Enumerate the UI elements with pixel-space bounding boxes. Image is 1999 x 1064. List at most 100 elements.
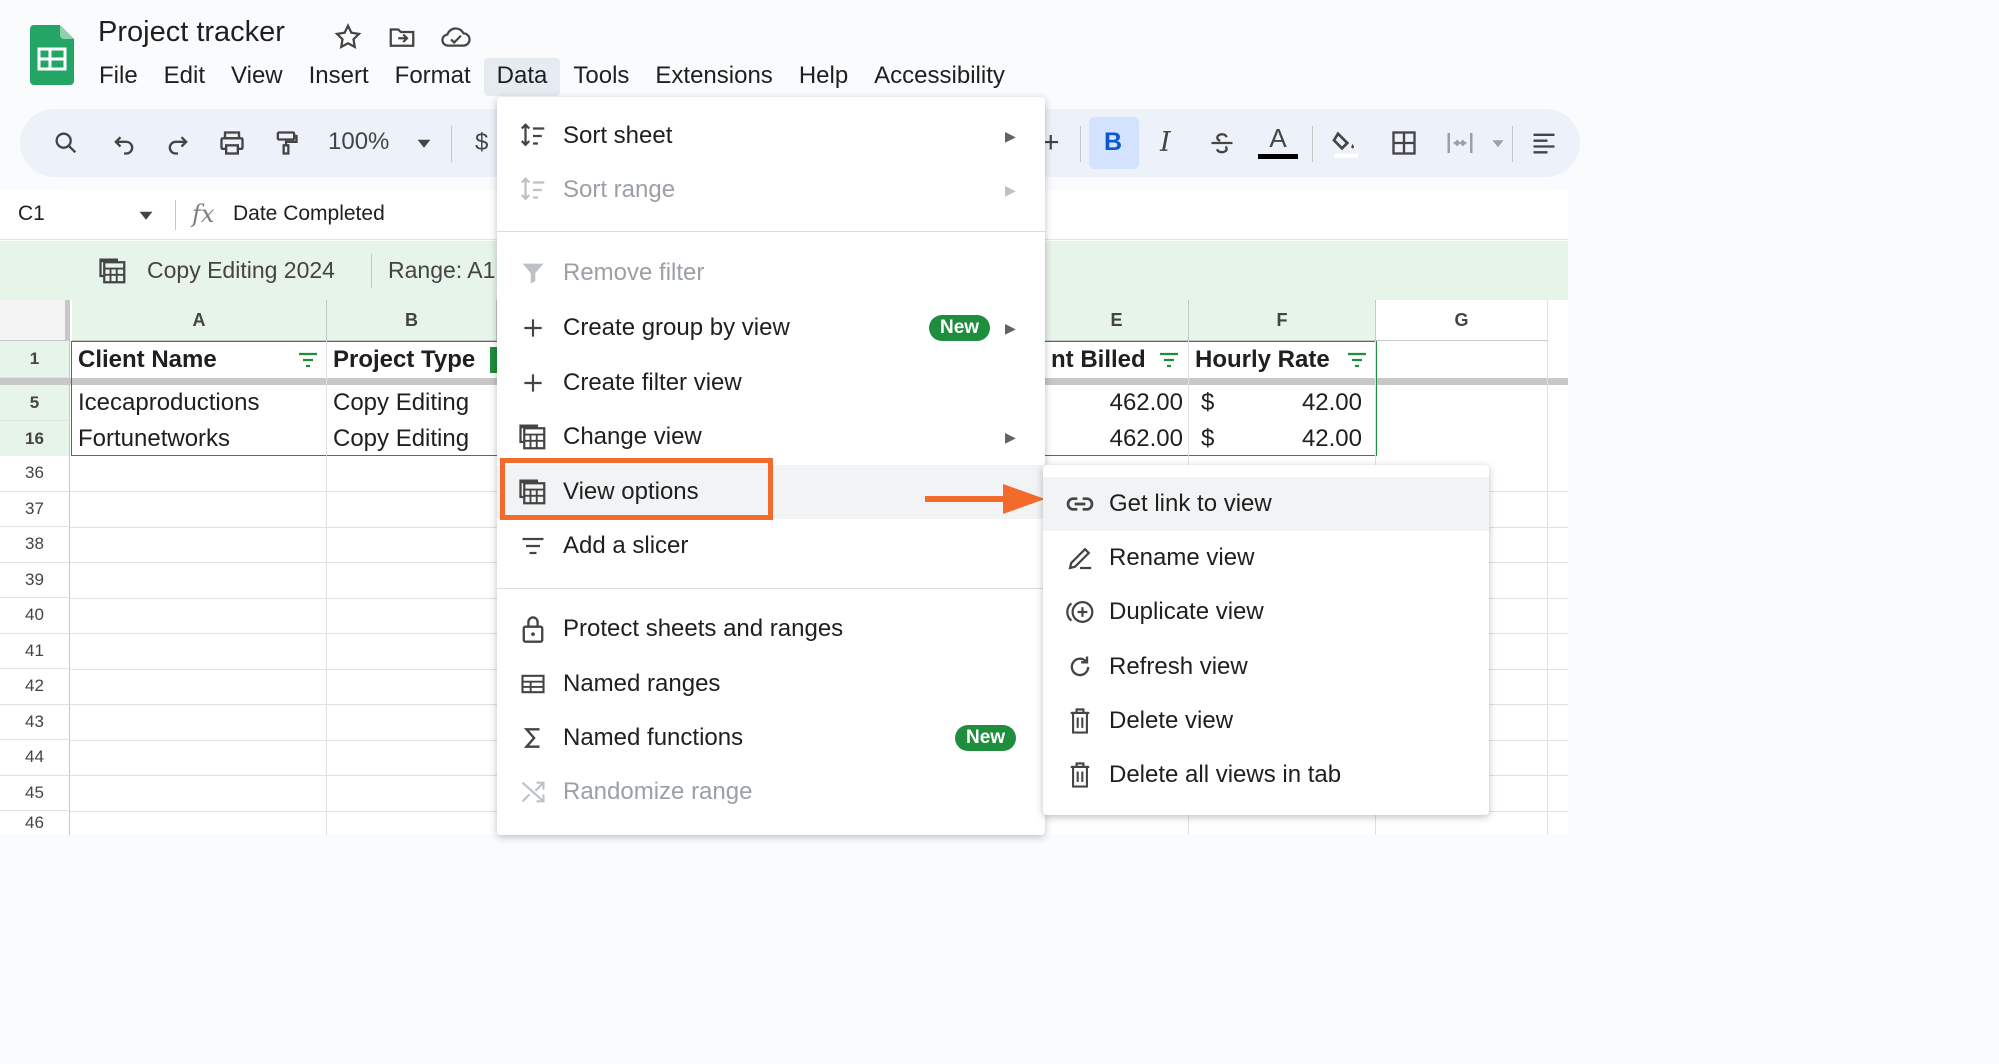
submenu-arrow-icon: ▶ (1005, 428, 1016, 445)
cell-f5[interactable]: 42.00 (1225, 385, 1368, 420)
submenu-get-link[interactable]: Get link to view (1043, 477, 1489, 531)
filter-icon-b[interactable] (490, 347, 497, 373)
menu-randomize-range[interactable]: Randomize range (497, 765, 1045, 819)
row-header-1[interactable]: 1 (0, 341, 70, 378)
cell-b16[interactable]: Copy Editing (327, 421, 497, 456)
row-header-46[interactable]: 46 (0, 811, 70, 835)
menu-data[interactable]: Data (483, 58, 561, 96)
bold-button[interactable]: B (1104, 128, 1122, 157)
menu-format[interactable]: Format (382, 58, 484, 96)
row-header-39[interactable]: 39 (0, 562, 70, 598)
cell-f5-currency: $ (1201, 389, 1215, 416)
fill-color-icon[interactable] (1330, 127, 1362, 159)
undo-icon[interactable] (108, 127, 140, 159)
filter-icon-a[interactable] (297, 350, 319, 370)
menu-accessibility[interactable]: Accessibility (861, 58, 1018, 96)
submenu-rename-view[interactable]: Rename view (1043, 531, 1489, 585)
menu-add-slicer-label: Add a slicer (563, 532, 689, 559)
name-box-dropdown-icon[interactable] (138, 207, 154, 223)
cloud-saved-icon[interactable] (440, 22, 471, 52)
submenu-arrow-icon: ▶ (1005, 181, 1016, 198)
column-header-g[interactable]: G (1376, 300, 1548, 341)
row-header-36[interactable]: 36 (0, 456, 70, 492)
menu-named-ranges[interactable]: Named ranges (497, 657, 1045, 711)
menu-help[interactable]: Help (786, 58, 861, 96)
menu-create-group-view[interactable]: Create group by view New ▶ (497, 301, 1045, 355)
text-color-glyph: A (1269, 123, 1287, 153)
row-header-41[interactable]: 41 (0, 633, 70, 669)
cell-b5[interactable]: Copy Editing (327, 385, 497, 420)
star-icon[interactable] (333, 22, 363, 52)
cell-a1[interactable]: Client Name (72, 342, 327, 377)
row-header-44[interactable]: 44 (0, 740, 70, 776)
cell-e16[interactable]: 462.00 (1045, 421, 1189, 456)
column-header-a[interactable]: A (72, 300, 327, 341)
menu-view[interactable]: View (218, 58, 296, 96)
menu-create-filter-view[interactable]: Create filter view (497, 356, 1045, 410)
filter-icon-f[interactable] (1346, 350, 1368, 370)
cell-e5[interactable]: 462.00 (1045, 385, 1189, 420)
menu-named-functions[interactable]: Named functions New (497, 711, 1045, 765)
menu-create-group-label: Create group by view (563, 314, 790, 341)
sheets-logo-icon[interactable] (30, 25, 74, 85)
zoom-dropdown-icon[interactable] (408, 127, 440, 159)
cell-a5[interactable]: Icecaproductions (72, 385, 327, 420)
merge-cells-icon[interactable] (1444, 127, 1476, 159)
row-header-42[interactable]: 42 (0, 669, 70, 705)
cell-b1[interactable]: Project Type (327, 342, 497, 377)
menu-add-slicer[interactable]: Add a slicer (497, 519, 1045, 573)
menu-sort-range[interactable]: Sort range ▶ (497, 163, 1045, 217)
menu-tools[interactable]: Tools (560, 58, 642, 96)
menu-randomize-label: Randomize range (563, 778, 753, 805)
redo-icon[interactable] (162, 127, 194, 159)
row-header-16[interactable]: 16 (0, 421, 70, 457)
row-header-5[interactable]: 5 (0, 385, 70, 421)
formula-input[interactable]: Date Completed (233, 202, 385, 226)
new-badge: New (955, 725, 1017, 751)
name-box[interactable]: C1 (18, 202, 45, 226)
strikethrough-icon[interactable] (1206, 127, 1238, 159)
row-header-45[interactable]: 45 (0, 775, 70, 811)
menu-protect-sheets[interactable]: Protect sheets and ranges (497, 602, 1045, 656)
submenu-refresh-view[interactable]: Refresh view (1043, 640, 1489, 694)
column-header-f[interactable]: F (1189, 300, 1376, 341)
merge-dropdown-icon[interactable] (1482, 127, 1514, 159)
menu-insert[interactable]: Insert (296, 58, 382, 96)
menu-sort-sheet[interactable]: Sort sheet ▶ (497, 109, 1045, 163)
search-icon[interactable] (50, 127, 82, 159)
trash-icon (1063, 758, 1097, 792)
menu-file[interactable]: File (86, 58, 151, 96)
paint-format-icon[interactable] (270, 127, 302, 159)
menu-remove-filter[interactable]: Remove filter (497, 246, 1045, 300)
refresh-icon (1063, 650, 1097, 684)
submenu-arrow-icon: ▶ (1005, 127, 1016, 144)
submenu-duplicate-view[interactable]: Duplicate view (1043, 585, 1489, 639)
zoom-select[interactable]: 100% (328, 128, 389, 156)
move-folder-icon[interactable] (387, 22, 417, 52)
menu-change-view[interactable]: Change view ▶ (497, 410, 1045, 464)
row-header-37[interactable]: 37 (0, 491, 70, 527)
cell-f16[interactable]: 42.00 (1225, 421, 1368, 456)
borders-icon[interactable] (1388, 127, 1420, 159)
row-header-40[interactable]: 40 (0, 598, 70, 634)
menu-extensions[interactable]: Extensions (642, 58, 785, 96)
filter-view-name[interactable]: Copy Editing 2024 (147, 257, 335, 284)
row-header-38[interactable]: 38 (0, 527, 70, 563)
currency-format-button[interactable]: $ (475, 129, 488, 157)
select-all-corner[interactable] (0, 300, 70, 341)
annotation-arrow-icon (923, 482, 1047, 516)
filter-icon-e[interactable] (1158, 350, 1180, 370)
submenu-delete-view[interactable]: Delete view (1043, 694, 1489, 748)
italic-button[interactable]: I (1160, 127, 1171, 158)
text-color-button[interactable]: A (1258, 123, 1298, 161)
cell-a16[interactable]: Fortunetworks (72, 421, 327, 456)
filter-view-range[interactable]: Range: A1 (388, 257, 495, 284)
submenu-delete-all-views[interactable]: Delete all views in tab (1043, 748, 1489, 802)
document-title[interactable]: Project tracker (98, 16, 285, 49)
column-header-e[interactable]: E (1045, 300, 1189, 341)
menu-edit[interactable]: Edit (151, 58, 218, 96)
align-left-icon[interactable] (1528, 127, 1560, 159)
row-header-43[interactable]: 43 (0, 704, 70, 740)
print-icon[interactable] (216, 127, 248, 159)
column-header-b[interactable]: B (327, 300, 497, 341)
